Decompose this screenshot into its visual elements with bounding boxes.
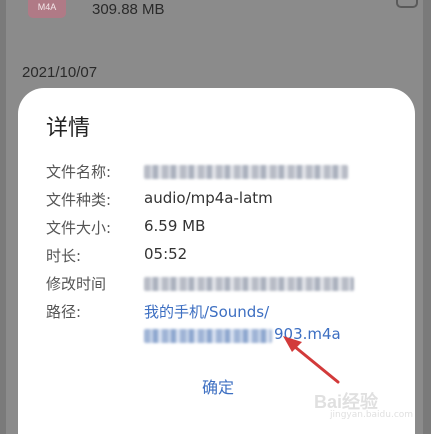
- file-path-line-2: 903.m4a: [144, 325, 384, 347]
- redacted-path-segment: [144, 329, 272, 343]
- detail-value: 6.59 MB: [144, 217, 206, 235]
- detail-row-modified-time: 修改时间: [46, 273, 406, 297]
- confirm-button[interactable]: 确定: [178, 372, 258, 400]
- page-edge-left: [0, 0, 6, 434]
- date-group-header: 2021/10/07: [22, 64, 98, 81]
- detail-value: audio/mp4a-latm: [144, 189, 273, 207]
- detail-label: 文件种类:: [46, 191, 112, 209]
- detail-row-path: 路径: 我的手机/Sounds/ 903.m4a: [46, 301, 406, 351]
- redacted-modified-time: [144, 277, 354, 291]
- checkbox-icon[interactable]: [396, 0, 418, 8]
- baidu-watermark: Bai经验 jingyan.baidu.com: [300, 384, 414, 424]
- detail-row-file-name: 文件名称:: [46, 161, 406, 185]
- m4a-file-icon: M4A: [28, 0, 66, 18]
- file-path-suffix[interactable]: 903.m4a: [274, 325, 341, 343]
- details-dialog: 详情 文件名称: 文件种类: audio/mp4a-latm 文件大小: 6.5…: [18, 88, 415, 434]
- detail-label: 文件名称:: [46, 163, 112, 181]
- redacted-file-name: [144, 165, 348, 179]
- file-type-badge: M4A: [37, 2, 57, 12]
- detail-label: 修改时间: [46, 275, 107, 293]
- detail-label: 文件大小:: [46, 219, 112, 237]
- detail-row-file-size: 文件大小: 6.59 MB: [46, 217, 406, 241]
- detail-value: 05:52: [144, 245, 188, 263]
- watermark-subtext: jingyan.baidu.com: [330, 410, 414, 420]
- file-size-text: 309.88 MB: [92, 1, 165, 18]
- detail-label: 路径:: [46, 303, 82, 321]
- detail-row-duration: 时长: 05:52: [46, 245, 406, 269]
- page-edge-right: [423, 0, 431, 434]
- detail-row-file-type: 文件种类: audio/mp4a-latm: [46, 189, 406, 213]
- detail-label: 时长:: [46, 247, 82, 265]
- file-list-item[interactable]: M4A 309.88 MB: [0, 0, 431, 30]
- dialog-title: 详情: [46, 116, 91, 141]
- file-path-link[interactable]: 我的手机/Sounds/: [144, 301, 269, 322]
